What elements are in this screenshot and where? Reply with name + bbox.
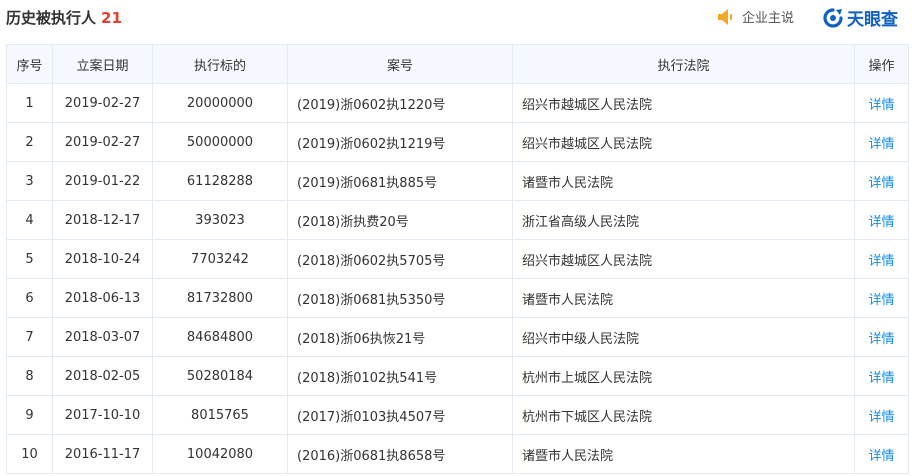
cell-case-number: (2019)浙0602执1220号 — [287, 83, 513, 123]
section-title-text: 历史被执行人 — [6, 9, 97, 27]
brand-name: 天眼查 — [847, 10, 898, 30]
cell-case-number: (2018)浙06执恢21号 — [287, 317, 513, 357]
cell-court: 杭州市上城区人民法院 — [512, 356, 855, 396]
table-row: 1 2019-02-27 20000000 (2019)浙0602执1220号 … — [6, 83, 909, 123]
cell-index: 3 — [6, 161, 53, 201]
table-row: 8 2018-02-05 50280184 (2018)浙0102执541号 杭… — [6, 356, 909, 396]
cell-index: 4 — [6, 200, 53, 240]
table-row: 9 2017-10-10 8015765 (2017)浙0103执4507号 杭… — [6, 395, 909, 435]
cell-case-number: (2018)浙0681执5350号 — [287, 278, 513, 318]
cell-amount: 61128288 — [152, 161, 288, 201]
cell-court: 诸暨市人民法院 — [512, 161, 855, 201]
cell-case-number: (2018)浙0602执5705号 — [287, 239, 513, 279]
table-row: 2 2019-02-27 50000000 (2019)浙0602执1219号 … — [6, 122, 909, 162]
table-row: 3 2019-01-22 61128288 (2019)浙0681执885号 诸… — [6, 161, 909, 201]
cell-court: 诸暨市人民法院 — [512, 434, 855, 474]
cell-index: 5 — [6, 239, 53, 279]
detail-link[interactable]: 详情 — [854, 239, 909, 279]
cell-amount: 84684800 — [152, 317, 288, 357]
detail-link[interactable]: 详情 — [854, 434, 909, 474]
cell-filing-date: 2018-06-13 — [52, 278, 153, 318]
section-header: 历史被执行人 21 企业主说 天眼查 — [0, 0, 918, 38]
cell-case-number: (2017)浙0103执4507号 — [287, 395, 513, 435]
record-count: 21 — [101, 9, 122, 27]
cell-filing-date: 2019-01-22 — [52, 161, 153, 201]
table-header-row: 序号 立案日期 执行标的 案号 执行法院 操作 — [6, 44, 909, 84]
cell-case-number: (2016)浙0681执8658号 — [287, 434, 513, 474]
cell-index: 10 — [6, 434, 53, 474]
cell-amount: 393023 — [152, 200, 288, 240]
detail-link[interactable]: 详情 — [854, 200, 909, 240]
cell-amount: 7703242 — [152, 239, 288, 279]
col-header-action: 操作 — [854, 44, 909, 84]
cell-filing-date: 2018-10-24 — [52, 239, 153, 279]
cell-amount: 8015765 — [152, 395, 288, 435]
cell-amount: 10042080 — [152, 434, 288, 474]
table-row: 5 2018-10-24 7703242 (2018)浙0602执5705号 绍… — [6, 239, 909, 279]
cell-filing-date: 2019-02-27 — [52, 122, 153, 162]
section-title: 历史被执行人 21 — [6, 7, 122, 28]
cell-court: 绍兴市越城区人民法院 — [512, 83, 855, 123]
cell-filing-date: 2018-03-07 — [52, 317, 153, 357]
detail-link[interactable]: 详情 — [854, 122, 909, 162]
detail-link[interactable]: 详情 — [854, 161, 909, 201]
cell-amount: 81732800 — [152, 278, 288, 318]
cell-case-number: (2018)浙0102执541号 — [287, 356, 513, 396]
tianyancha-logo: 天眼查 — [822, 5, 898, 30]
col-header-amount: 执行标的 — [152, 44, 288, 84]
cell-filing-date: 2017-10-10 — [52, 395, 153, 435]
detail-link[interactable]: 详情 — [854, 83, 909, 123]
cell-index: 1 — [6, 83, 53, 123]
table-row: 6 2018-06-13 81732800 (2018)浙0681执5350号 … — [6, 278, 909, 318]
enterprise-voice-label: 企业主说 — [742, 11, 795, 26]
speaker-icon — [718, 8, 732, 25]
cell-court: 杭州市下城区人民法院 — [512, 395, 855, 435]
table-row: 4 2018-12-17 393023 (2018)浙执费20号 浙江省高级人民… — [6, 200, 909, 240]
table-row: 10 2016-11-17 10042080 (2016)浙0681执8658号… — [6, 434, 909, 474]
cell-index: 6 — [6, 278, 53, 318]
cell-index: 9 — [6, 395, 53, 435]
cell-court: 浙江省高级人民法院 — [512, 200, 855, 240]
cell-filing-date: 2018-12-17 — [52, 200, 153, 240]
history-executee-table: 序号 立案日期 执行标的 案号 执行法院 操作 1 2019-02-27 200… — [6, 44, 909, 474]
cell-index: 7 — [6, 317, 53, 357]
cell-court: 诸暨市人民法院 — [512, 278, 855, 318]
cell-court: 绍兴市越城区人民法院 — [512, 122, 855, 162]
enterprise-voice-link[interactable]: 企业主说 — [716, 7, 794, 26]
cell-amount: 50000000 — [152, 122, 288, 162]
col-header-index: 序号 — [6, 44, 53, 84]
detail-link[interactable]: 详情 — [854, 317, 909, 357]
cell-case-number: (2019)浙0602执1219号 — [287, 122, 513, 162]
col-header-court: 执行法院 — [512, 44, 855, 84]
cell-case-number: (2018)浙执费20号 — [287, 200, 513, 240]
cell-filing-date: 2016-11-17 — [52, 434, 153, 474]
col-header-case-number: 案号 — [287, 44, 513, 84]
eye-logo-icon — [823, 7, 843, 28]
cell-index: 2 — [6, 122, 53, 162]
cell-amount: 50280184 — [152, 356, 288, 396]
cell-court: 绍兴市越城区人民法院 — [512, 239, 855, 279]
cell-case-number: (2019)浙0681执885号 — [287, 161, 513, 201]
detail-link[interactable]: 详情 — [854, 395, 909, 435]
cell-filing-date: 2019-02-27 — [52, 83, 153, 123]
cell-court: 绍兴市中级人民法院 — [512, 317, 855, 357]
detail-link[interactable]: 详情 — [854, 356, 909, 396]
table-row: 7 2018-03-07 84684800 (2018)浙06执恢21号 绍兴市… — [6, 317, 909, 357]
cell-filing-date: 2018-02-05 — [52, 356, 153, 396]
col-header-filing-date: 立案日期 — [52, 44, 153, 84]
detail-link[interactable]: 详情 — [854, 278, 909, 318]
cell-index: 8 — [6, 356, 53, 396]
cell-amount: 20000000 — [152, 83, 288, 123]
